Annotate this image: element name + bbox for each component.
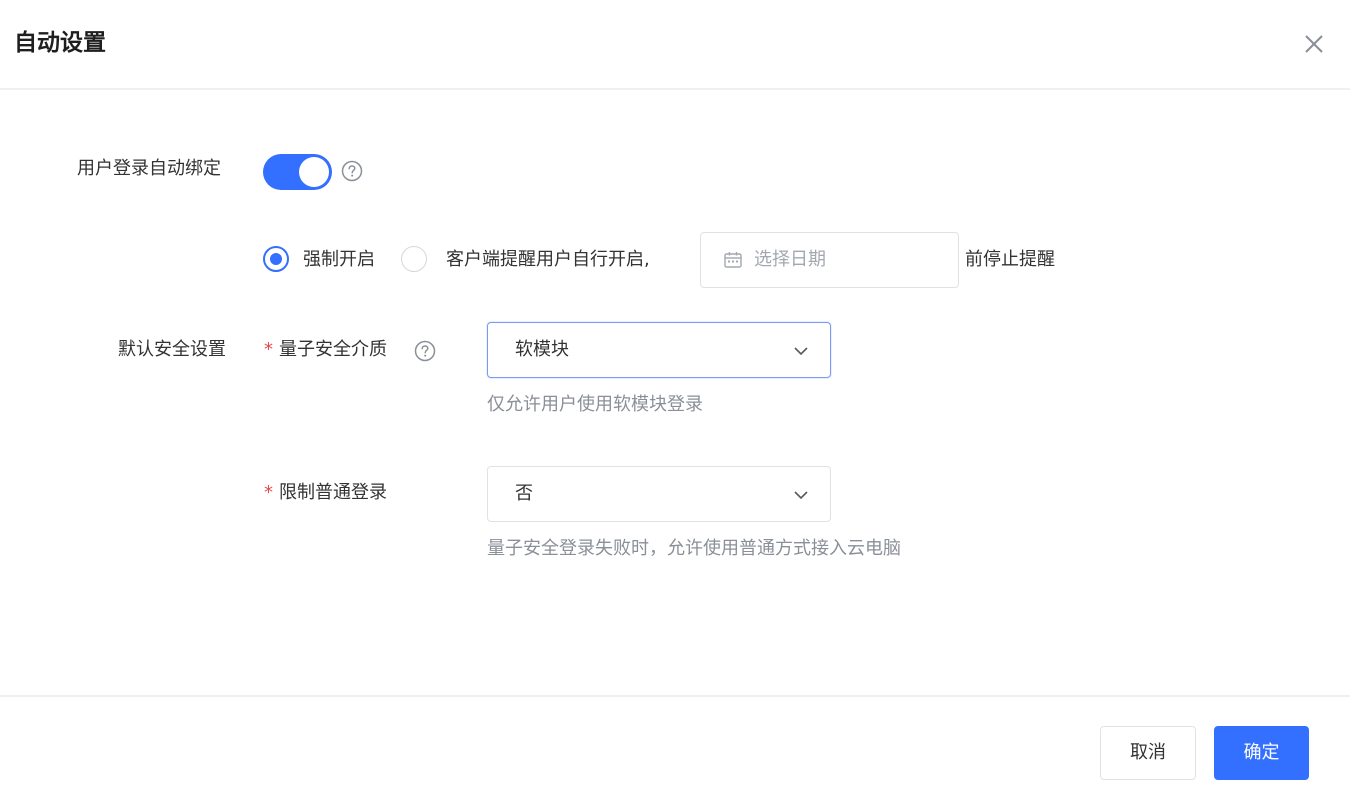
required-mark: * [264, 482, 273, 503]
restrict-hint: 量子安全登录失败时，允许使用普通方式接入云电脑 [487, 538, 901, 559]
auto-bind-switch[interactable] [263, 154, 332, 190]
dialog-header: 自动设置 [0, 0, 1350, 90]
chevron-down-icon [792, 486, 810, 504]
restrict-select[interactable]: 否 [487, 466, 831, 522]
stop-remind-suffix: 前停止提醒 [965, 249, 1055, 270]
security-section-label: 默认安全设置 [118, 339, 226, 360]
restrict-select-value: 否 [515, 483, 533, 504]
switch-knob [299, 157, 329, 187]
medium-hint: 仅允许用户使用软模块登录 [487, 394, 703, 415]
restrict-label-text: 限制普通登录 [279, 482, 387, 503]
radio-force-enable[interactable] [263, 246, 289, 272]
medium-select[interactable]: 软模块 [487, 322, 831, 378]
close-icon[interactable] [1300, 30, 1328, 58]
medium-label: * 量子安全介质 [264, 338, 387, 362]
radio-client-remind-label[interactable]: 客户端提醒用户自行开启, [446, 248, 650, 272]
dialog-title: 自动设置 [14, 30, 106, 56]
date-picker-input[interactable]: 选择日期 [700, 232, 959, 288]
date-placeholder: 选择日期 [754, 249, 826, 270]
required-mark: * [264, 339, 273, 360]
radio-force-enable-label[interactable]: 强制开启 [303, 248, 375, 272]
radio-client-remind[interactable] [401, 246, 427, 272]
question-circle-icon[interactable] [414, 340, 436, 362]
auto-settings-dialog: 自动设置 用户登录自动绑定 强制开启 客户端提醒用户自行开启, 选择日期 前停止… [0, 0, 1350, 800]
auto-bind-label: 用户登录自动绑定 [77, 158, 221, 179]
confirm-button[interactable]: 确定 [1214, 726, 1309, 780]
question-circle-icon[interactable] [341, 160, 363, 182]
chevron-down-icon [792, 342, 810, 360]
medium-label-text: 量子安全介质 [279, 339, 387, 360]
medium-select-value: 软模块 [515, 339, 569, 360]
cancel-button[interactable]: 取消 [1100, 726, 1196, 780]
calendar-icon [723, 250, 743, 270]
restrict-label: * 限制普通登录 [264, 481, 387, 505]
